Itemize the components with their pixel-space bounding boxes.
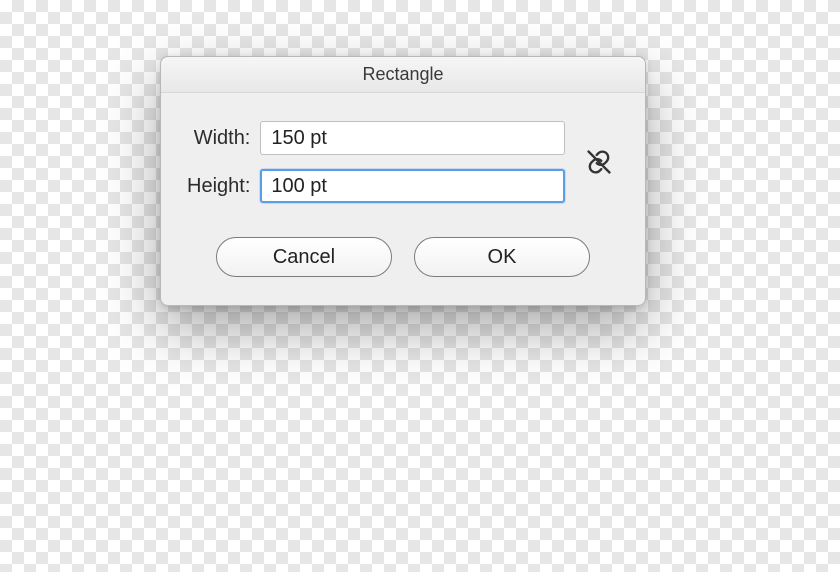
link-unconstrained-icon[interactable] bbox=[585, 148, 613, 176]
cancel-button-label: Cancel bbox=[273, 246, 335, 269]
height-input-value: 100 pt bbox=[271, 175, 327, 198]
constrain-link-col bbox=[579, 148, 619, 176]
rectangle-dialog: Rectangle Width: 150 pt Height: 100 pt bbox=[160, 56, 646, 306]
dialog-buttons: Cancel OK bbox=[187, 237, 619, 277]
width-label: Width: bbox=[187, 127, 250, 150]
dialog-body: Width: 150 pt Height: 100 pt bbox=[161, 93, 645, 305]
height-label: Height: bbox=[187, 175, 250, 198]
width-input[interactable]: 150 pt bbox=[260, 121, 565, 155]
height-input[interactable]: 100 pt bbox=[260, 169, 565, 203]
ok-button[interactable]: OK bbox=[414, 237, 590, 277]
field-grid: Width: 150 pt Height: 100 pt bbox=[187, 121, 565, 203]
cancel-button[interactable]: Cancel bbox=[216, 237, 392, 277]
dialog-title: Rectangle bbox=[362, 64, 443, 85]
ok-button-label: OK bbox=[488, 246, 517, 269]
dialog-titlebar: Rectangle bbox=[161, 57, 645, 93]
width-input-value: 150 pt bbox=[271, 127, 327, 150]
fields-row: Width: 150 pt Height: 100 pt bbox=[187, 121, 619, 203]
